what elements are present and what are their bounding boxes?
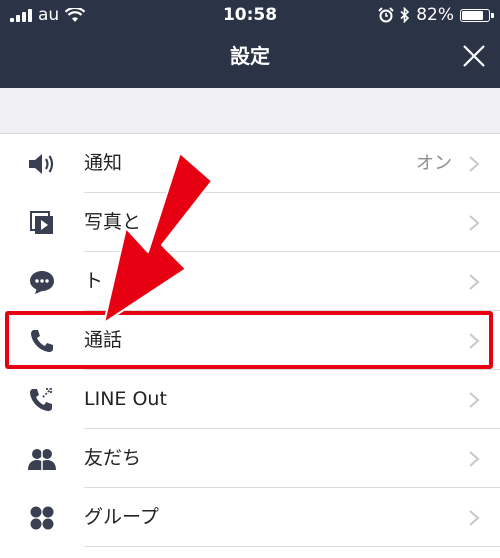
battery-icon [460,8,494,22]
settings-item-value: オン [416,153,452,174]
chat-bubble-icon [24,266,60,298]
settings-item-label: LINE Out [84,388,167,410]
status-bar-right: 82% [378,0,494,30]
highlight-box [5,311,493,369]
chevron-right-icon [469,156,480,172]
chevron-right-icon [469,510,480,526]
settings-item-photos-videos[interactable]: 写真と [0,193,500,252]
page-title: 設定 [230,44,270,68]
chevron-right-icon [469,451,480,467]
photo-video-icon [24,207,60,239]
alarm-icon [378,7,394,23]
status-bar: au 10:58 82% [0,0,500,30]
settings-item-talk[interactable]: ト [0,252,500,311]
settings-item-line-out[interactable]: LINE Out [0,370,500,429]
settings-item-label: 通知 [84,152,123,174]
chevron-right-icon [469,215,480,231]
bluetooth-icon [400,7,410,23]
settings-item-notifications[interactable]: 通知 オン [0,134,500,193]
group-icon [24,502,60,534]
settings-item-label: 友だち [84,447,142,469]
settings-item-label: 写真と [84,211,142,233]
settings-item-label: ト [84,270,104,292]
line-out-phone-icon [24,384,60,416]
chevron-right-icon [469,274,480,290]
friends-icon [24,443,60,475]
settings-item-groups[interactable]: グループ [0,488,500,547]
divider [84,546,500,547]
speaker-icon [24,148,60,180]
battery-percent: 82% [416,5,454,25]
settings-item-friends[interactable]: 友だち [0,429,500,488]
chevron-right-icon [469,392,480,408]
close-icon[interactable] [460,42,488,70]
top-bar: au 10:58 82% 設定 [0,0,500,88]
nav-bar: 設定 [0,30,500,88]
settings-item-label: グループ [84,506,159,528]
